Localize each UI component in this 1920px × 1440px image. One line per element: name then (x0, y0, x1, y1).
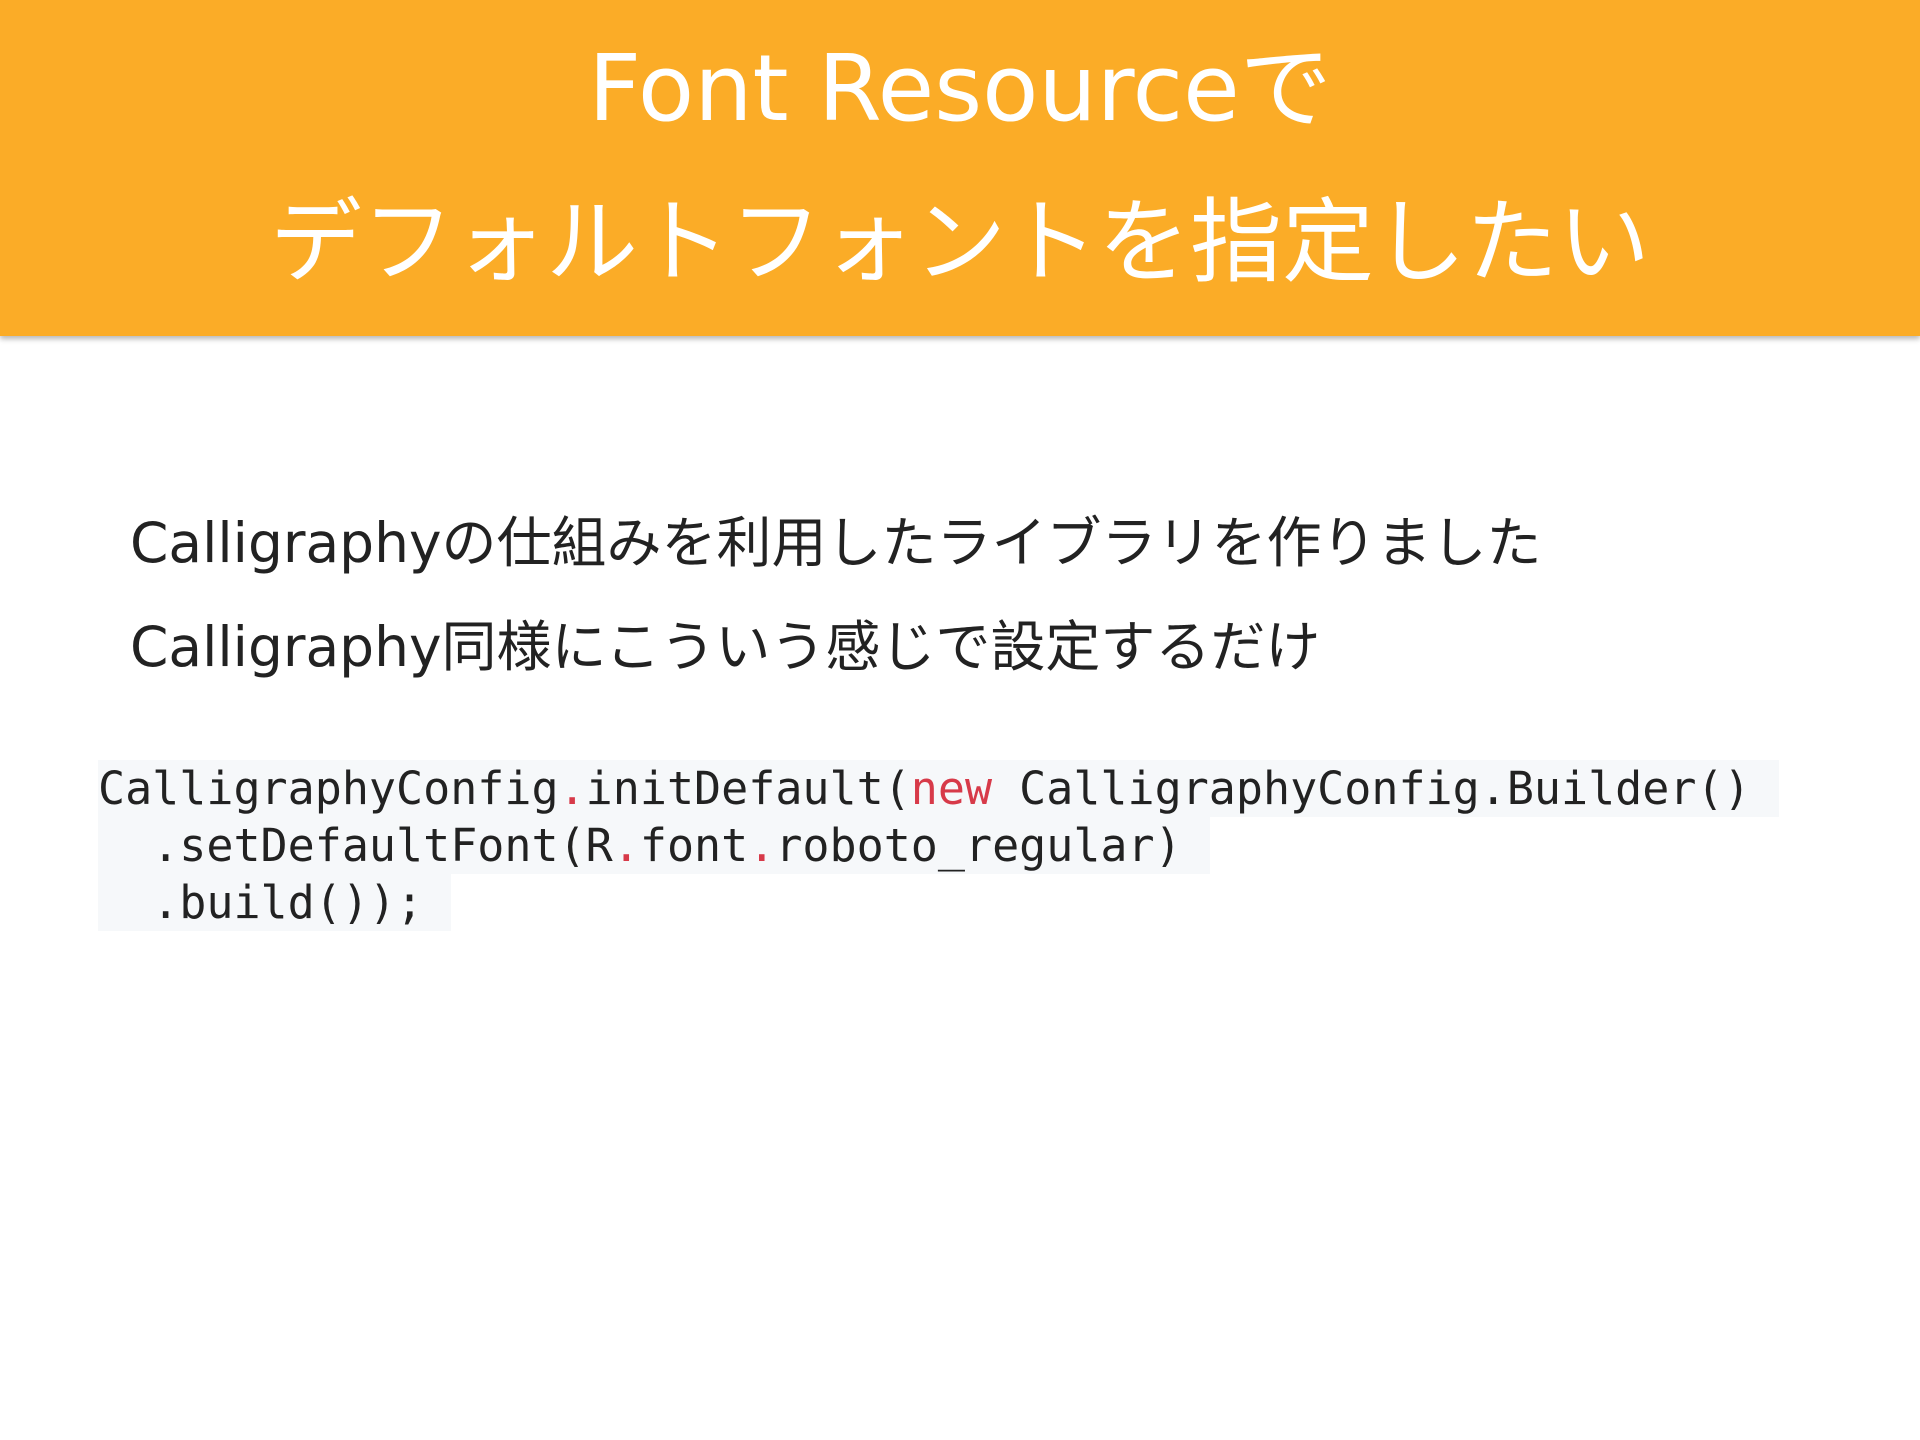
slide-header: Font Resourceで デフォルトフォントを指定したい (0, 0, 1920, 336)
slide-title-line-1: Font Resourceで (588, 35, 1332, 142)
code-token: .setDefaultFont(R (98, 819, 613, 872)
code-line-2: .setDefaultFont(R.font.roboto_regular) (98, 817, 1779, 874)
slide-title-line-2: デフォルトフォントを指定したい (269, 189, 1650, 296)
code-line-1: CalligraphyConfig.initDefault(new Callig… (98, 760, 1779, 817)
code-token-dot: . (748, 819, 776, 872)
code-token: CalligraphyConfig.Builder() (992, 762, 1751, 815)
body-text-line-2: Calligraphy同様にこういう感じで設定するだけ (130, 615, 1321, 679)
code-token: .build()); (98, 876, 424, 929)
body-text-line-1: Calligraphyの仕組みを利用したライブラリを作りました (130, 511, 1542, 575)
code-token: initDefault( (585, 762, 911, 815)
code-token: CalligraphyConfig (98, 762, 559, 815)
code-token: font (639, 819, 749, 872)
code-block: CalligraphyConfig.initDefault(new Callig… (98, 760, 1779, 931)
code-token: roboto_regular) (775, 819, 1182, 872)
code-token-dot: . (612, 819, 640, 872)
code-keyword-new: new (910, 762, 993, 815)
code-token-dot: . (558, 762, 586, 815)
code-line-3: .build()); (98, 874, 1779, 931)
